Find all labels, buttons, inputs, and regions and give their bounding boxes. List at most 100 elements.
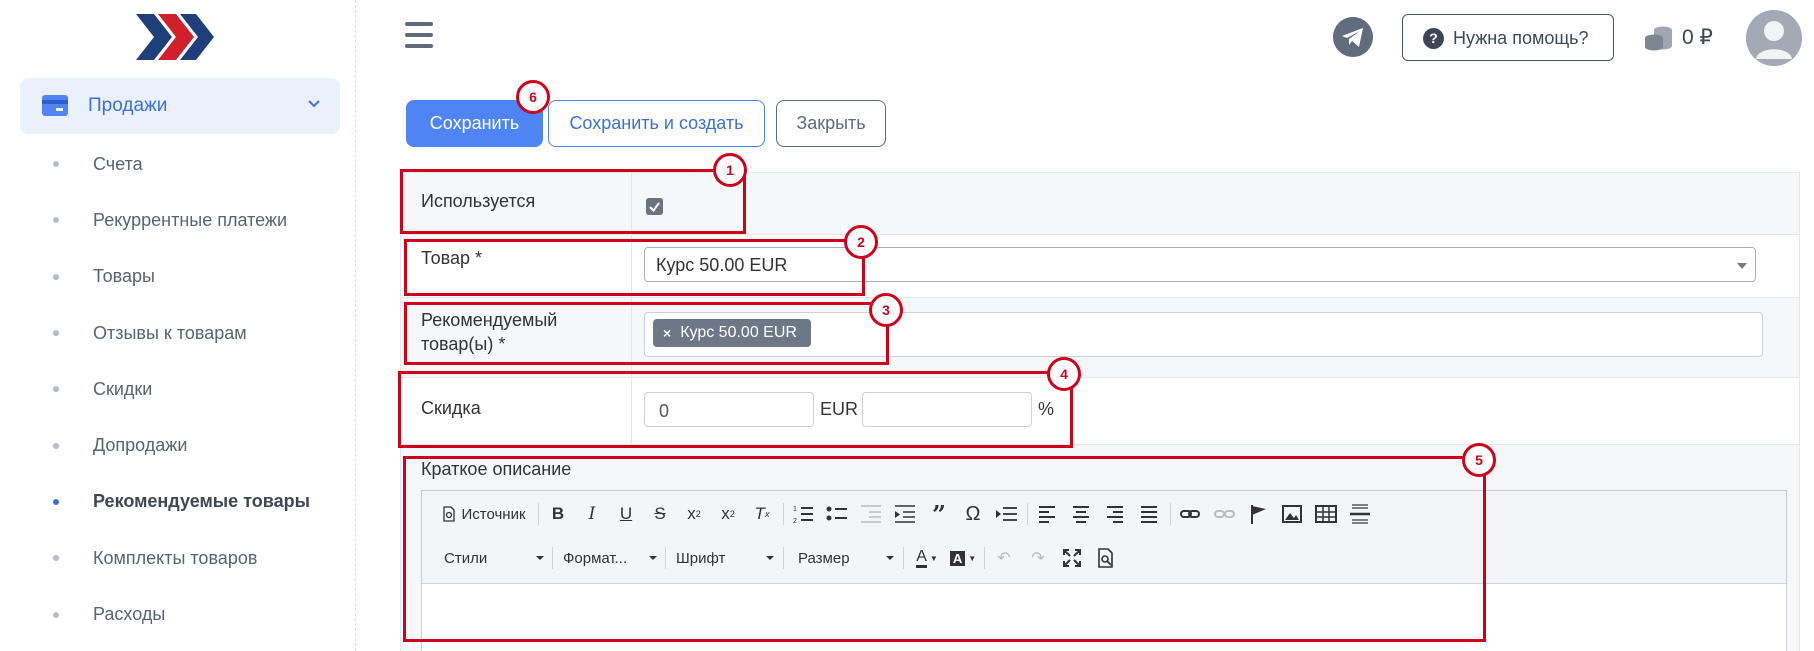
short-description-label: Краткое описание [421,459,572,479]
product-select-value: Курс 50.00 EUR [656,255,788,275]
sidebar-section-label: Продажи [88,95,168,116]
bullet-icon [53,498,59,505]
logo-icon[interactable] [136,14,214,60]
sidebar-item-label: Отзывы к товарам [93,322,247,343]
editor-toolbar: Источник B I U S x2 x2 Tx 12 ” Ω Стили Ф… [422,491,1786,584]
undo-icon[interactable]: ↶ [990,546,1018,570]
used-value-cell [631,173,1799,234]
blockquote-icon[interactable]: ” [925,500,953,529]
anchor-flag-icon[interactable] [1244,502,1272,526]
balance-value: 0 ₽ [1682,26,1713,49]
align-center-icon[interactable] [1067,502,1095,526]
underline-icon[interactable]: U [612,502,640,526]
sidebar-section-sales[interactable]: Продажи [20,78,340,134]
sidebar-item-discounts[interactable]: Скидки [0,361,356,417]
outdent-icon[interactable] [857,502,885,526]
form-row-short-description: Краткое описание Источник B I U S x2 x2 … [401,445,1799,651]
used-label: Используется [401,173,631,234]
redo-icon[interactable]: ↷ [1024,546,1052,570]
size-combo[interactable]: Размер [798,546,896,570]
telegram-icon[interactable] [1333,17,1373,57]
svg-text:1: 1 [793,506,797,513]
recommended-multiselect[interactable]: × Курс 50.00 EUR [644,312,1763,357]
sidebar-item-upsells[interactable]: Допродажи [0,417,356,473]
used-checkbox[interactable] [646,198,663,215]
bullet-icon [53,442,59,449]
source-button[interactable]: Источник [438,502,530,526]
sidebar-item-products[interactable]: Товары [0,249,356,305]
chevron-down-icon [766,556,774,560]
bullet-icon [53,217,59,224]
italic-icon[interactable]: I [578,502,606,526]
recommended-product-form: Используется Товар * Курс 50.00 EUR Реко… [400,172,1800,651]
image-icon[interactable] [1278,502,1306,526]
annotation-badge-6: 6 [516,80,550,114]
editor-content-area[interactable] [422,585,1786,651]
sidebar-item-label: Товары [93,266,155,287]
remove-tag-icon[interactable]: × [663,325,671,341]
superscript-icon[interactable]: x2 [714,502,742,526]
text-color-icon[interactable]: A ▼ [912,546,942,570]
discount-value-cell: 0 EUR % [631,378,1799,444]
subscript-icon[interactable]: x2 [680,502,708,526]
bullet-icon [53,555,59,562]
discount-percent-input[interactable] [862,392,1032,427]
annotation-badge-5: 5 [1462,443,1496,477]
help-button-label: Нужна помощь? [1453,28,1589,48]
help-button[interactable]: ? Нужна помощь? [1402,14,1614,61]
unlink-icon[interactable] [1210,502,1238,526]
discount-label: Скидка [421,398,481,418]
sidebar-item-bundles[interactable]: Комплекты товаров [0,530,356,586]
align-right-icon[interactable] [1101,502,1129,526]
remove-format-icon[interactable]: Tx [748,502,776,526]
save-and-create-button[interactable]: Сохранить и создать [548,100,765,147]
numbered-list-icon[interactable]: 12 [789,502,817,526]
link-icon[interactable] [1176,502,1204,526]
bullet-icon [53,273,59,280]
special-char-icon[interactable]: Ω [959,502,987,526]
hamburger-menu-icon[interactable] [405,22,433,48]
sidebar-item-label: Расходы [93,604,166,625]
format-combo[interactable]: Формат... [563,546,659,570]
indent-icon[interactable] [891,502,919,526]
source-icon [443,506,456,522]
align-left-icon[interactable] [1033,502,1061,526]
chevron-down-icon[interactable] [306,96,322,112]
sidebar-item-invoices[interactable]: Счета [0,136,356,192]
horizontal-rule-icon[interactable] [1346,502,1374,526]
discount-percent-sign: % [1038,399,1055,419]
annotation-badge-3: 3 [869,293,903,327]
align-justify-icon[interactable] [1135,502,1163,526]
credit-card-icon [42,95,68,116]
sidebar-item-recurring[interactable]: Рекуррентные платежи [0,192,356,248]
font-combo[interactable]: Шрифт [676,546,776,570]
preview-icon[interactable] [1092,546,1120,570]
product-select[interactable]: Курс 50.00 EUR [644,247,1756,282]
maximize-icon[interactable] [1058,546,1086,570]
styles-combo[interactable]: Стили [444,546,546,570]
sidebar-item-recommended[interactable]: Рекомендуемые товары [0,474,356,530]
product-label: Товар * [421,248,482,268]
sidebar-item-label: Скидки [93,378,153,399]
form-row-recommended: Рекомендуемый товар(ы) * × Курс 50.00 EU… [401,298,1799,378]
avatar[interactable] [1746,10,1802,66]
close-button[interactable]: Закрыть [776,100,886,147]
recommended-tag-label: Курс 50.00 EUR [680,324,797,341]
recommended-value-cell: × Курс 50.00 EUR [631,298,1799,377]
svg-text:2: 2 [793,518,797,525]
product-value-cell: Курс 50.00 EUR [631,235,1799,297]
sidebar-item-label: Комплекты товаров [93,547,258,568]
bullet-list-icon[interactable] [823,502,851,526]
background-color-icon[interactable]: A ▼ [948,546,978,570]
bold-icon[interactable]: B [544,502,572,526]
strikethrough-icon[interactable]: S [646,502,674,526]
sidebar-item-label: Допродажи [93,435,188,456]
sidebar-item-reviews[interactable]: Отзывы к товарам [0,305,356,361]
insert-div-icon[interactable] [993,502,1021,526]
form-row-used: Используется [401,173,1799,235]
sidebar-item-label: Рекомендуемые товары [93,491,310,512]
table-icon[interactable] [1312,502,1340,526]
sidebar-item-expenses[interactable]: Расходы [0,586,356,642]
chevron-down-icon [649,556,657,560]
discount-amount-input[interactable]: 0 [644,392,814,427]
